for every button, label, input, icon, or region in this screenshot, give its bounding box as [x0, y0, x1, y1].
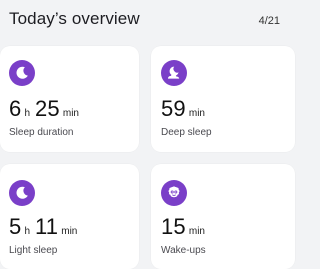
light-sleep-card[interactable]: 5 h 11 min Light sleep: [0, 164, 139, 269]
value-number: 6: [9, 96, 22, 121]
value-number: 5: [9, 214, 22, 239]
sleep-duration-card[interactable]: 6 h 25 min Sleep duration: [0, 46, 139, 152]
value-unit: min: [188, 108, 205, 119]
page-title: Today’s overview: [9, 9, 140, 28]
wake-up-face-icon: [161, 180, 187, 206]
card-label: Light sleep: [9, 245, 58, 256]
date-label[interactable]: 4/21: [259, 15, 280, 27]
moon-icon: [9, 180, 35, 206]
deep-sleep-value: 59 min: [161, 96, 205, 122]
value-number: 11: [35, 214, 59, 239]
wake-ups-card[interactable]: 15 min Wake-ups: [151, 164, 295, 269]
light-sleep-value: 5 h 11 min: [9, 214, 77, 240]
value-unit: min: [61, 226, 78, 237]
sleep-duration-value: 6 h 25 min: [9, 96, 79, 122]
card-label: Deep sleep: [161, 127, 212, 138]
value-unit: min: [188, 226, 205, 237]
value-unit: h: [24, 226, 30, 237]
card-label: Wake-ups: [161, 245, 206, 256]
value-number: 59: [161, 96, 186, 121]
value-number: 25: [35, 96, 60, 121]
moon-cloud-icon: [161, 60, 187, 86]
value-number: 15: [161, 214, 186, 239]
deep-sleep-card[interactable]: 59 min Deep sleep: [151, 46, 295, 152]
card-label: Sleep duration: [9, 127, 74, 138]
wake-ups-value: 15 min: [161, 214, 205, 240]
moon-icon: [9, 60, 35, 86]
overview-header: Today’s overview 4/21: [0, 0, 295, 40]
value-unit: min: [62, 108, 79, 119]
value-unit: h: [24, 108, 30, 119]
